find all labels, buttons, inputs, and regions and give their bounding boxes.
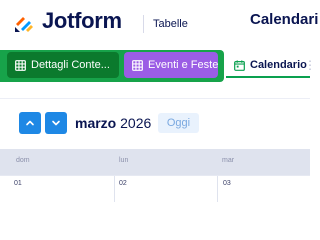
current-month-label: marzo 2026 [75,115,151,131]
next-month-button[interactable] [45,112,67,134]
calendar-day[interactable]: 03 [223,180,231,187]
tab-dettagli-contatti[interactable]: Dettagli Conte... [7,52,119,78]
today-button[interactable]: Oggi [158,113,199,133]
grid-column-divider [114,176,115,202]
section-label: Tabelle [153,18,188,30]
calendar-day[interactable]: 01 [14,180,22,187]
weekday-header [0,149,310,175]
month-name: marzo [75,115,117,131]
table-icon [15,59,26,71]
previous-month-button[interactable] [19,112,41,134]
calendar-day[interactable]: 02 [119,180,127,187]
chevron-up-icon [26,120,34,126]
weekday-label: dom [16,157,30,164]
tab-label: Dettagli Conte... [31,59,110,71]
tab-calendario[interactable]: Calendario [226,54,310,78]
tab-label: Eventi e Feste [148,59,219,71]
year: 2026 [120,115,152,131]
header-divider [143,15,144,33]
tab-eventi-e-feste[interactable]: Eventi e Feste [124,52,218,78]
chevron-down-icon [52,120,60,126]
grid-divider [0,175,310,176]
brand-name[interactable]: Jotform [42,8,122,34]
weekday-label: mar [222,157,235,164]
more-options-icon[interactable]: ⋮ [304,58,316,72]
weekday-label: lun [119,157,129,164]
table-icon [132,59,143,71]
app-header: Jotform Tabelle Calendari [0,0,318,48]
tab-label: Calendario [250,59,307,71]
calendar-icon [234,59,245,71]
jotform-logo-icon[interactable] [12,11,36,35]
grid-column-divider [217,176,218,202]
page-title: Calendari [250,11,319,28]
